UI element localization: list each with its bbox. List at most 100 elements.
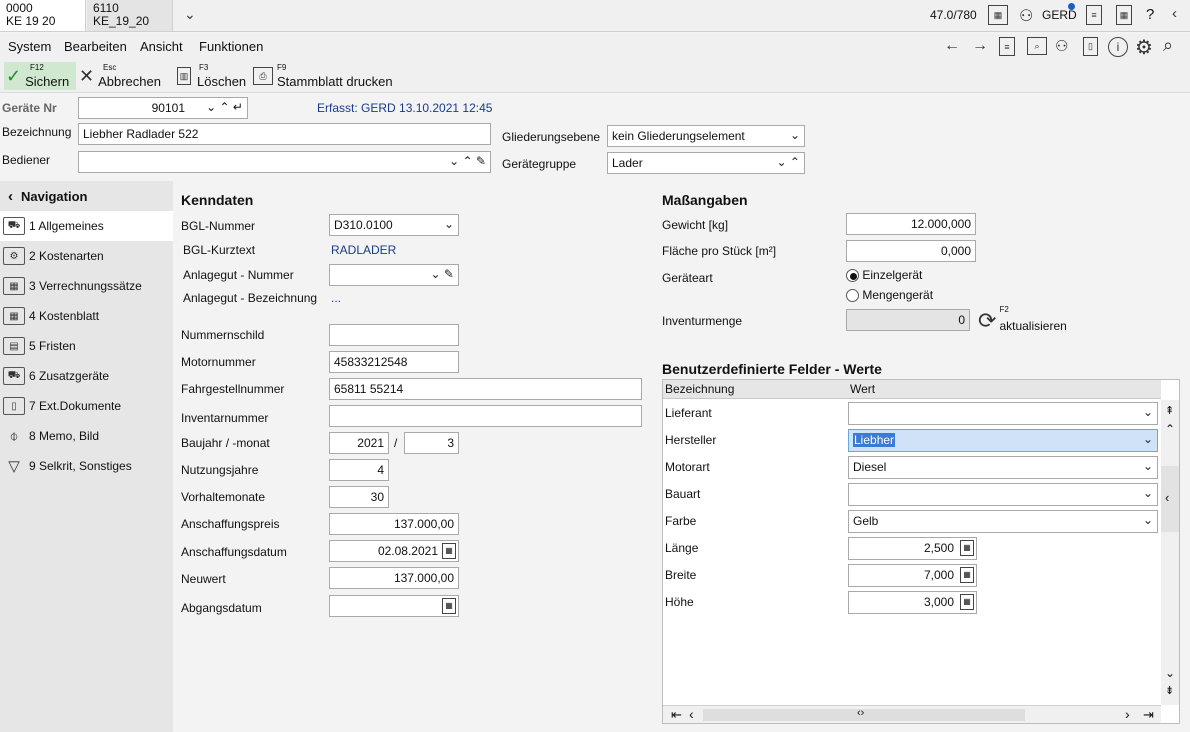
clipboard-icon[interactable]: ≡ (999, 37, 1015, 56)
bediener-controls-icon[interactable]: ⌄ ⌃ ✎ (449, 154, 486, 168)
calculator-icon[interactable]: ▦ (1116, 5, 1132, 25)
menu-funktionen[interactable]: Funktionen (199, 39, 263, 54)
farbe-select[interactable]: Gelb ⌄ (848, 510, 1158, 533)
nav-item-selkrit[interactable]: ▽ 9 Selkrit, Sonstiges (0, 451, 173, 481)
nav-item-verrechnungssaetze[interactable]: ▦ 3 Verrechnungssätze (0, 271, 173, 301)
lieferant-select[interactable]: ⌄ (848, 402, 1158, 425)
gliederung-select[interactable]: kein Gliederungselement ⌄ (607, 125, 805, 147)
bauart-select[interactable]: ⌄ (848, 483, 1158, 506)
horizontal-scrollbar[interactable]: ⇤ ‹ ‹› › ⇥ (663, 705, 1161, 723)
table-row[interactable]: Bauart ⌄ (663, 481, 1158, 508)
user-icon[interactable]: ⚇ (1019, 6, 1033, 26)
baumonat-input[interactable]: 3 (404, 432, 459, 454)
nummernschild-input[interactable] (329, 324, 459, 346)
trash-icon: ▥ (177, 67, 191, 85)
flaeche-input[interactable]: 0,000 (846, 240, 976, 262)
col-bezeichnung-header[interactable]: Bezeichnung (665, 382, 734, 396)
table-row[interactable]: Motorart Diesel ⌄ (663, 454, 1158, 481)
nav-item-allgemeines[interactable]: ⛟ 1 Allgemeines (0, 211, 173, 241)
calendar-icon[interactable]: ▦ (442, 598, 456, 614)
inventar-input[interactable] (329, 405, 642, 427)
table-row[interactable]: Höhe 3,000 ▦ (663, 589, 1153, 616)
chevron-edit-icon[interactable]: ⌄ ✎ (431, 267, 454, 281)
geraetegruppe-select[interactable]: Lader ⌄ ⌃ (607, 152, 805, 174)
search-icon[interactable]: ⌕ (1163, 35, 1173, 56)
refresh-button[interactable]: ⟳ F2 aktualisieren (978, 305, 1067, 334)
table-row[interactable]: Hersteller Liebher ⌄ (663, 427, 1158, 454)
nav-item-memo-bild[interactable]: ⌽ 8 Memo, Bild (0, 421, 173, 451)
arrow-right-icon[interactable]: → (972, 37, 988, 55)
delete-button[interactable]: ▥ F3 Löschen (177, 62, 249, 90)
mengengeraet-radio[interactable]: Mengengerät (846, 288, 933, 303)
scroll-handle-icon[interactable]: ‹› (857, 707, 864, 719)
tab-6110[interactable]: 6110 KE_19_20 (87, 0, 173, 31)
tab-0000[interactable]: 0000 KE 19 20 (0, 0, 86, 31)
scroll-thumb[interactable] (1161, 466, 1179, 532)
vorhaltemonate-input[interactable]: 30 (329, 486, 389, 508)
navigation-header[interactable]: ‹ Navigation (0, 181, 173, 211)
bezeichnung-input[interactable]: Liebher Radlader 522 (78, 123, 491, 145)
clipboard-icon[interactable]: ≡ (1086, 5, 1102, 25)
chevron-left-icon[interactable]: ‹ (1172, 5, 1177, 22)
anschaffungsdatum-input[interactable]: 02.08.2021 ▦ (329, 540, 459, 562)
menu-system[interactable]: System (8, 39, 51, 54)
calendar-icon[interactable]: ▦ (988, 5, 1008, 25)
nav-item-fristen[interactable]: ▤ 5 Fristen (0, 331, 173, 361)
scroll-left-icon[interactable]: ‹ (689, 706, 694, 722)
gear-icon[interactable]: ⚙ (1135, 35, 1153, 60)
motornummer-input[interactable]: 45833212548 (329, 351, 459, 373)
chevron-left-icon[interactable]: ‹ (1165, 490, 1169, 505)
scroll-down-icon[interactable]: ⌄ (1165, 666, 1175, 680)
document-icon[interactable]: ▯ (1083, 37, 1098, 56)
chevron-down-icon[interactable]: ⌄ (184, 6, 196, 23)
screen-search-icon[interactable]: ⌕ (1027, 37, 1047, 55)
calendar-icon[interactable]: ▦ (442, 543, 456, 559)
scroll-bottom-icon[interactable]: ⇟ (1165, 684, 1174, 697)
geraete-nr-input[interactable]: 90101 ⌄ ⌃ ↵ (78, 97, 248, 119)
hoehe-input[interactable]: 3,000 ▦ (848, 591, 977, 614)
fahrgestell-input[interactable]: 65811 55214 (329, 378, 642, 400)
cancel-button[interactable]: ✕ Esc Abbrechen (79, 62, 169, 90)
calculator-icon[interactable]: ▦ (960, 567, 974, 583)
table-row[interactable]: Breite 7,000 ▦ (663, 562, 1153, 589)
calculator-icon[interactable]: ▦ (960, 594, 974, 610)
nav-item-ext-dokumente[interactable]: ▯ 7 Ext.Dokumente (0, 391, 173, 421)
arrow-left-icon[interactable]: ← (944, 37, 960, 55)
nav-item-kostenblatt[interactable]: ▦ 4 Kostenblatt (0, 301, 173, 331)
nav-item-zusatzgeraete[interactable]: ⛟ 6 Zusatzgeräte (0, 361, 173, 391)
nav-item-kostenarten[interactable]: ⚙ 2 Kostenarten (0, 241, 173, 271)
users-icon[interactable]: ⚇ (1055, 37, 1068, 55)
table-row[interactable]: Länge 2,500 ▦ (663, 535, 1153, 562)
menu-bearbeiten[interactable]: Bearbeiten (64, 39, 127, 54)
scroll-last-icon[interactable]: ⇥ (1143, 707, 1154, 723)
einzelgeraet-radio[interactable]: Einzelgerät (846, 268, 922, 283)
table-row[interactable]: Farbe Gelb ⌄ (663, 508, 1158, 535)
nav-arrows-icon[interactable]: ⌄ ⌃ ↵ (206, 100, 243, 114)
hersteller-select[interactable]: Liebher ⌄ (848, 429, 1158, 452)
gewicht-input[interactable]: 12.000,000 (846, 213, 976, 235)
scroll-right-icon[interactable]: › (1125, 706, 1130, 722)
col-wert-header[interactable]: Wert (850, 382, 875, 396)
baujahr-input[interactable]: 2021 (329, 432, 389, 454)
save-button[interactable]: ✓ F12 Sichern (4, 62, 76, 90)
neuwert-input[interactable]: 137.000,00 (329, 567, 459, 589)
help-icon[interactable]: ? (1146, 6, 1154, 23)
breite-input[interactable]: 7,000 ▦ (848, 564, 977, 587)
vertical-scrollbar[interactable]: ⇞ ⌃ ‹ ⌄ ⇟ (1161, 400, 1179, 705)
table-row[interactable]: Lieferant ⌄ (663, 400, 1158, 427)
bgl-nummer-select[interactable]: D310.0100 ⌄ (329, 214, 459, 236)
bediener-input[interactable]: ⌄ ⌃ ✎ (78, 151, 491, 173)
abgangsdatum-input[interactable]: ▦ (329, 595, 459, 617)
anschaffungspreis-input[interactable]: 137.000,00 (329, 513, 459, 535)
print-button[interactable]: ⎙ F9 Stammblatt drucken (253, 62, 403, 90)
motorart-select[interactable]: Diesel ⌄ (848, 456, 1158, 479)
scroll-first-icon[interactable]: ⇤ (671, 707, 682, 723)
info-icon[interactable]: i (1108, 37, 1128, 57)
scroll-top-icon[interactable]: ⇞ (1165, 404, 1174, 417)
calculator-icon[interactable]: ▦ (960, 540, 974, 556)
scroll-up-icon[interactable]: ⌃ (1165, 422, 1175, 436)
menu-ansicht[interactable]: Ansicht (140, 39, 183, 54)
laenge-input[interactable]: 2,500 ▦ (848, 537, 977, 560)
nutzungsjahre-input[interactable]: 4 (329, 459, 389, 481)
anlagegut-nr-select[interactable]: ⌄ ✎ (329, 264, 459, 286)
